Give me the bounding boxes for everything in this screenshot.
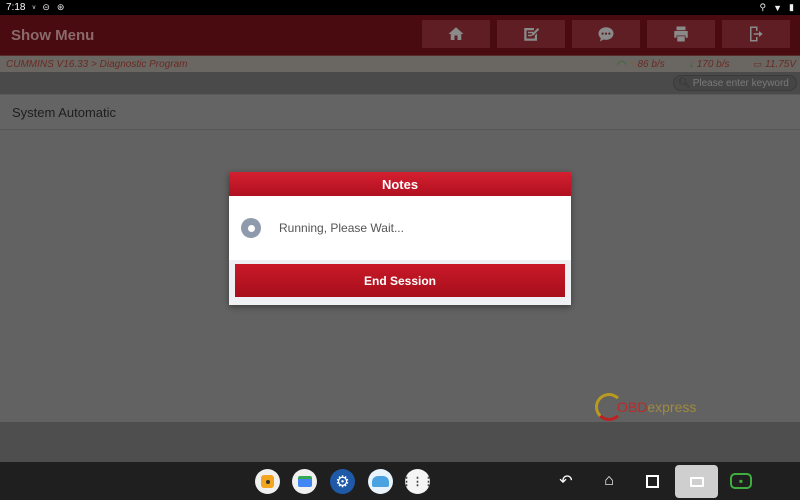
chat-icon: ⊝	[42, 2, 50, 12]
connection-stats: ◠ ↑ 86 b/s ↓ 170 b/s ▭ 11.75V	[617, 58, 796, 71]
status-bar: 7:18 ᵛ ⊝ ⊛ ⚲ ▼ ▮	[0, 0, 800, 15]
battery-voltage-icon: ▭	[753, 58, 763, 69]
end-session-button[interactable]: End Session	[235, 264, 565, 297]
exit-button[interactable]	[722, 20, 790, 48]
image-icon	[689, 476, 704, 487]
notes-dialog: Notes Running, Please Wait... End Sessio…	[229, 172, 571, 305]
screen: 7:18 ᵛ ⊝ ⊛ ⚲ ▼ ▮ Show Menu CUMMINS V16.3…	[0, 0, 800, 500]
watermark-text: OBDexpress	[617, 399, 697, 415]
upload-rate: 86 b/s	[637, 58, 665, 70]
vci-connector-icon[interactable]: ▪	[730, 473, 752, 489]
files-app-icon[interactable]	[292, 469, 317, 494]
watermark-logo: OBDexpress	[595, 393, 696, 421]
search-row: 🔍︎	[0, 72, 800, 94]
upload-arrow-icon: ↑	[629, 58, 635, 70]
search-input[interactable]	[692, 77, 797, 89]
breadcrumb: CUMMINS V16.33 > Diagnostic Program	[6, 58, 188, 70]
home-button[interactable]	[422, 20, 490, 48]
app-header: Show Menu	[0, 15, 800, 55]
app-title: Show Menu	[11, 26, 95, 44]
app-orange-icon[interactable]	[255, 469, 280, 494]
download-arrow-icon: ↓	[688, 58, 694, 70]
signal-icon: ᵛ	[32, 2, 36, 13]
chat-bubble-icon	[598, 27, 614, 42]
wifi-signal-icon: ◠	[616, 58, 627, 71]
dialog-body: Running, Please Wait...	[229, 196, 571, 260]
battery-icon: ▮	[789, 2, 794, 12]
feedback-button[interactable]	[572, 20, 640, 48]
exit-door-icon	[750, 26, 763, 42]
printer-icon	[674, 26, 688, 42]
wifi-icon: ▼	[773, 2, 783, 13]
search-icon: 🔍︎	[678, 77, 691, 89]
report-button[interactable]	[497, 20, 565, 48]
home-nav-icon[interactable]: ⌂	[599, 471, 619, 491]
screenshot-button[interactable]	[675, 465, 718, 498]
dialog-title: Notes	[229, 172, 571, 196]
home-icon	[448, 27, 464, 40]
location-icon: ⚲	[759, 2, 767, 12]
navigation-bar: ⚙ ⋮⋮⋮ ↶ ⌂ ▪	[0, 462, 800, 500]
print-button[interactable]	[647, 20, 715, 48]
edit-report-icon	[524, 28, 540, 41]
app-drawer-icon[interactable]: ⋮⋮⋮	[401, 469, 434, 494]
loading-spinner-icon	[241, 218, 261, 238]
download-rate: 170 b/s	[696, 58, 730, 70]
toolbar	[422, 20, 790, 48]
dialog-footer: End Session	[229, 260, 571, 305]
bottom-strip	[0, 422, 800, 462]
back-icon[interactable]: ↶	[556, 471, 576, 491]
clock: 7:18	[6, 2, 26, 13]
camera-icon: ⊛	[56, 2, 65, 12]
dialog-message: Running, Please Wait...	[279, 221, 404, 235]
cloud-app-icon[interactable]	[368, 469, 393, 494]
list-item-system-automatic[interactable]: System Automatic	[0, 94, 800, 130]
breadcrumb-bar: CUMMINS V16.33 > Diagnostic Program ◠ ↑ …	[0, 55, 800, 72]
search-box: 🔍︎	[673, 75, 797, 91]
voltage: 11.75V	[765, 58, 796, 70]
settings-app-icon[interactable]: ⚙	[330, 469, 355, 494]
recents-icon[interactable]	[642, 471, 662, 491]
